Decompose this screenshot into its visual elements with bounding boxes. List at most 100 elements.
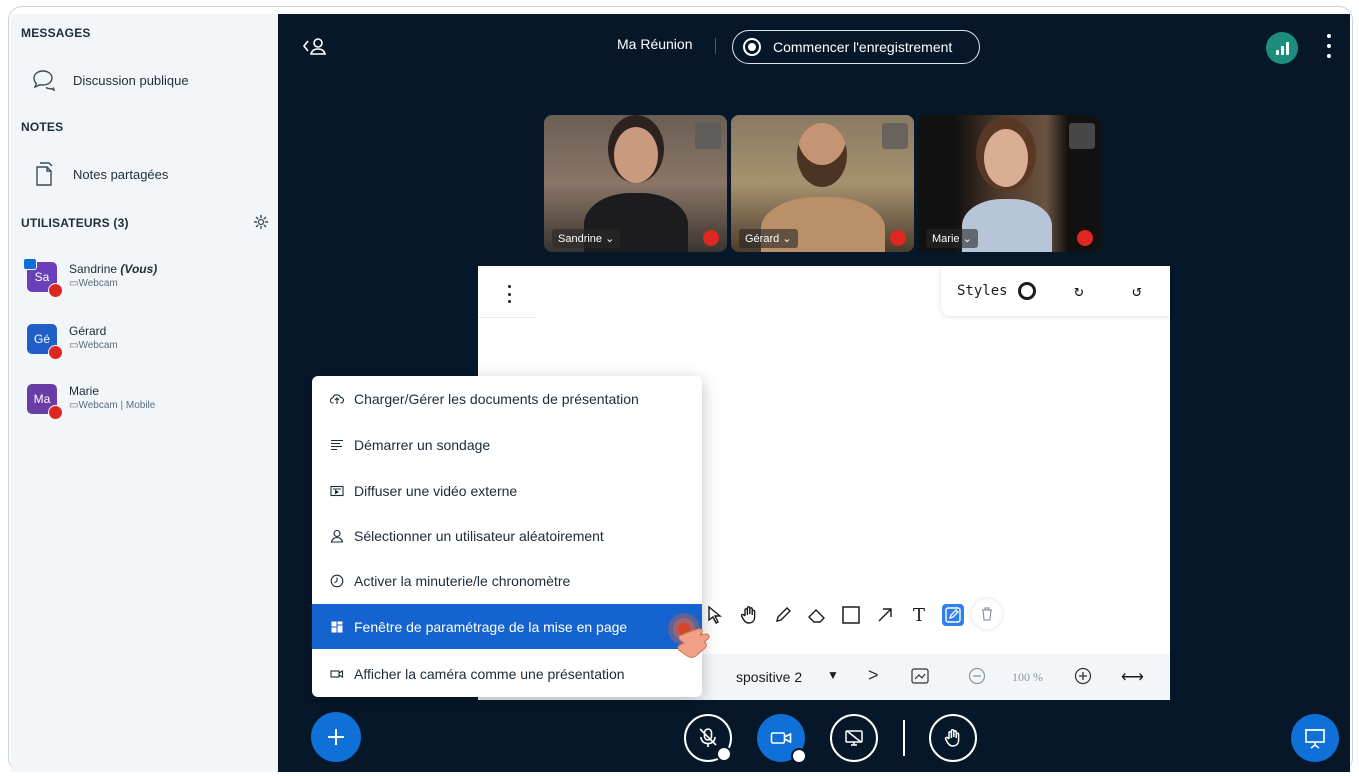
actions-plus-button[interactable]: [311, 712, 361, 762]
menu-item-timer[interactable]: Activer la minuterie/le chronomètre: [312, 558, 702, 603]
shared-notes-item[interactable]: Notes partagées: [29, 160, 168, 188]
notes-title: NOTES: [21, 120, 64, 134]
menu-item-camera-as-presentation[interactable]: Afficher la caméra comme une présentatio…: [312, 651, 702, 696]
user-name-row: Sandrine (Vous): [69, 262, 157, 277]
public-chat-label: Discussion publique: [73, 72, 189, 88]
audio-options-icon[interactable]: [716, 746, 732, 762]
public-chat-item[interactable]: Discussion publique: [29, 66, 189, 94]
users-title: UTILISATEURS (3): [21, 216, 129, 230]
avatar-initials: Ma: [33, 392, 51, 406]
camera-options-icon[interactable]: [791, 748, 807, 764]
menu-item-external-video[interactable]: Diffuser une vidéo externe: [312, 468, 702, 513]
camera-icon: [330, 667, 344, 681]
menu-item-random-user[interactable]: Sélectionner un utilisateur aléatoiremen…: [312, 513, 702, 558]
video-name: Gérard: [745, 233, 780, 245]
mic-off-icon: [48, 345, 63, 360]
video-name: Sandrine: [558, 233, 603, 245]
avatar-initials: Sa: [34, 270, 50, 284]
menu-item-label: Afficher la caméra comme une présentatio…: [354, 665, 625, 682]
styles-panel[interactable]: Styles ↻ ↺: [941, 266, 1170, 316]
timer-icon: [330, 574, 344, 588]
menu-item-upload-presentation[interactable]: Charger/Gérer les documents de présentat…: [312, 376, 702, 421]
video-tile-sandrine[interactable]: Sandrine ⌄: [544, 115, 727, 252]
redo-icon[interactable]: ↻: [1074, 281, 1084, 300]
user-status: ▭Webcam | Mobile: [69, 400, 156, 411]
start-recording-button[interactable]: Commencer l'enregistrement: [732, 30, 980, 64]
drawing-toolbar: T: [696, 594, 972, 636]
video-tile-gerard[interactable]: Gérard ⌄: [731, 115, 914, 252]
menu-item-layout-settings[interactable]: Fenêtre de paramétrage de la mise en pag…: [312, 604, 702, 649]
connection-status-icon[interactable]: [1266, 32, 1298, 64]
sidebar: MESSAGES Discussion publique NOTES Notes…: [11, 14, 278, 772]
menu-item-label: Diffuser une vidéo externe: [354, 482, 518, 499]
user-item-gerard[interactable]: Gé Gérard ▭Webcam: [27, 324, 118, 360]
touch-cursor-icon: [664, 611, 716, 663]
avatar: Sa: [23, 258, 63, 298]
text-icon[interactable]: T: [908, 604, 930, 626]
meeting-title: Ma Réunion: [617, 36, 693, 52]
whiteboard-menu-icon[interactable]: [505, 285, 513, 303]
eraser-icon[interactable]: [806, 604, 828, 626]
toolbar-divider: [903, 720, 905, 756]
user-status: ▭Webcam: [69, 278, 118, 289]
video-tile-marie[interactable]: Marie ⌄: [918, 115, 1101, 252]
messages-title: MESSAGES: [21, 26, 91, 40]
presentation-toggle-button[interactable]: [1291, 714, 1339, 762]
arrow-icon[interactable]: [874, 604, 896, 626]
video-name-tag[interactable]: Marie ⌄: [926, 229, 978, 248]
chevron-down-icon[interactable]: ▼: [827, 668, 839, 682]
expand-icon[interactable]: [1069, 123, 1095, 149]
video-name-tag[interactable]: Sandrine ⌄: [552, 229, 621, 248]
fit-width-icon[interactable]: ⟷: [1121, 667, 1144, 687]
fit-page-icon[interactable]: [911, 668, 929, 687]
divider: [478, 317, 536, 318]
presenter-icon: [23, 258, 37, 270]
undo-icon[interactable]: ↺: [1132, 281, 1142, 300]
screen-share-button[interactable]: [830, 714, 878, 762]
record-icon: [743, 38, 761, 56]
user-status-label: Webcam: [78, 278, 118, 289]
poll-icon: [330, 438, 344, 452]
gear-icon[interactable]: [253, 214, 269, 230]
avatar-initials: Gé: [33, 332, 50, 346]
chat-icon: [29, 66, 57, 94]
menu-item-label: Démarrer un sondage: [354, 436, 491, 453]
mic-off-icon: [703, 230, 719, 246]
rectangle-icon[interactable]: [840, 604, 862, 626]
external-video-icon: [330, 484, 344, 498]
color-ring-icon[interactable]: [1017, 282, 1036, 300]
menu-item-start-poll[interactable]: Démarrer un sondage: [312, 422, 702, 467]
note-icon[interactable]: [942, 604, 964, 626]
header-divider: [715, 38, 716, 54]
unmute-button[interactable]: [684, 714, 732, 762]
avatar: Ma: [27, 384, 63, 420]
options-menu-icon[interactable]: [1323, 34, 1335, 58]
user-status-label: Webcam: [78, 340, 118, 351]
user-item-marie[interactable]: Ma Marie ▭Webcam | Mobile: [27, 384, 156, 420]
hand-icon[interactable]: [738, 604, 760, 626]
avatar: Gé: [27, 324, 63, 360]
upload-icon: [330, 392, 344, 406]
expand-icon[interactable]: [882, 123, 908, 149]
expand-icon[interactable]: [695, 123, 721, 149]
pencil-icon[interactable]: [772, 604, 794, 626]
shared-notes-label: Notes partagées: [73, 166, 169, 182]
menu-item-label: Charger/Gérer les documents de présentat…: [354, 390, 639, 407]
user-item-sandrine[interactable]: Sa Sandrine (Vous) ▭Webcam: [23, 258, 157, 298]
user-name: Gérard: [69, 324, 107, 338]
styles-label: Styles: [957, 283, 1008, 299]
zoom-in-icon[interactable]: [1074, 667, 1092, 688]
layout-icon: [330, 620, 344, 634]
user-icon: [330, 529, 344, 543]
next-slide-icon[interactable]: >: [868, 665, 879, 686]
mic-off-icon: [890, 230, 906, 246]
raise-hand-button[interactable]: [929, 714, 977, 762]
zoom-out-icon[interactable]: [968, 667, 986, 688]
video-name-tag[interactable]: Gérard ⌄: [739, 229, 798, 248]
trash-icon[interactable]: [972, 599, 1002, 629]
app-root: MESSAGES Discussion publique NOTES Notes…: [11, 14, 1350, 772]
toggle-userlist-icon[interactable]: [302, 36, 328, 61]
slide-select[interactable]: spositive 2: [736, 669, 802, 685]
camera-button[interactable]: [757, 714, 807, 764]
menu-item-label: Activer la minuterie/le chronomètre: [354, 572, 571, 589]
